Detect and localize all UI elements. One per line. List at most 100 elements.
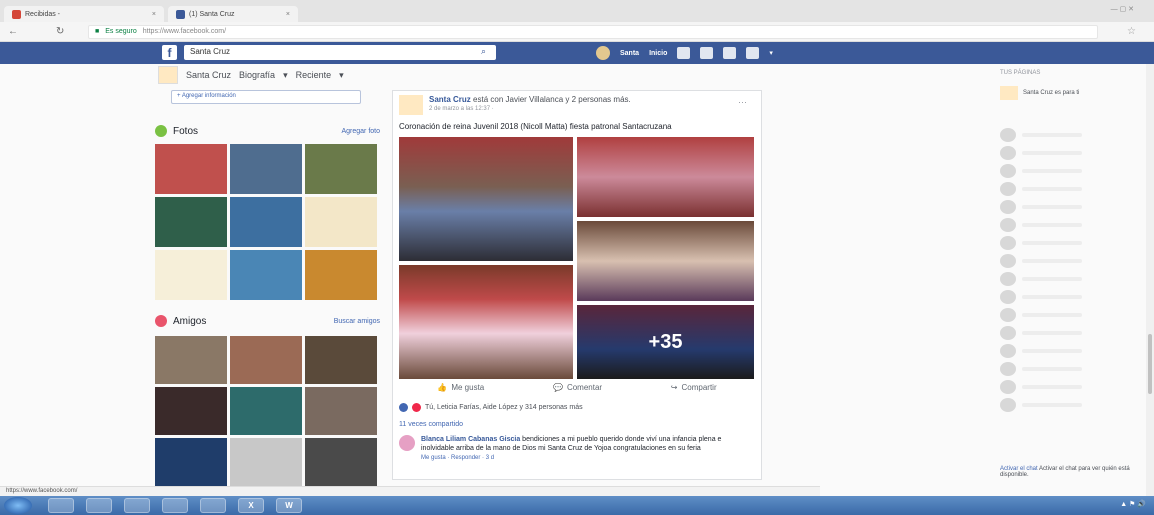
reactions-summary[interactable]: Tú, Leticia Farías, Aide López y 314 per…: [399, 403, 583, 412]
chat-contact[interactable]: [1000, 126, 1150, 144]
comment-author[interactable]: Blanca Liliam Cabanas Giscia: [421, 436, 520, 443]
commenter-avatar[interactable]: [399, 435, 415, 451]
bookmark-star-icon[interactable]: ☆: [1127, 26, 1136, 37]
friend-requests-icon[interactable]: [677, 47, 691, 59]
friend-tile[interactable]: [305, 336, 377, 384]
add-photo-link[interactable]: Agregar foto: [341, 128, 380, 135]
post-author[interactable]: Santa Cruz: [429, 95, 471, 104]
friends-title: Amigos: [173, 315, 207, 327]
notifications-icon[interactable]: [723, 47, 737, 59]
reload-icon[interactable]: ↻: [56, 26, 64, 37]
page-avatar[interactable]: [158, 66, 178, 84]
post-photo[interactable]: [577, 137, 754, 217]
taskbar-app[interactable]: [86, 498, 112, 513]
browser-tab-bar: Recibidas - × (1) Santa Cruz × — ▢ ✕: [0, 0, 1154, 22]
chat-contact[interactable]: [1000, 216, 1150, 234]
profile-link[interactable]: Santa: [620, 50, 639, 57]
url-field[interactable]: ■ Es seguro https://www.facebook.com/: [88, 25, 1098, 39]
post-photo[interactable]: [399, 137, 573, 261]
taskbar-app[interactable]: [48, 498, 74, 513]
your-page-item[interactable]: Santa Cruz es para ti: [1000, 86, 1150, 100]
post-photo[interactable]: [399, 265, 573, 379]
chat-contact[interactable]: [1000, 144, 1150, 162]
photo-thumbnail[interactable]: [155, 144, 227, 194]
chat-contact[interactable]: [1000, 342, 1150, 360]
start-button[interactable]: [4, 497, 32, 514]
chat-contact[interactable]: [1000, 198, 1150, 216]
back-arrow-icon[interactable]: ←: [8, 26, 18, 37]
search-input[interactable]: Santa Cruz ⌕: [184, 45, 496, 60]
chat-contact[interactable]: [1000, 162, 1150, 180]
post-photo[interactable]: [577, 221, 754, 301]
facebook-top-bar: f Santa Cruz ⌕ Santa Inicio ▾: [0, 42, 1154, 64]
shares-count[interactable]: 11 veces compartido: [399, 421, 463, 428]
taskbar-app[interactable]: X: [238, 498, 264, 513]
home-link[interactable]: Inicio: [649, 50, 667, 57]
nav-reciente[interactable]: Reciente: [296, 70, 332, 80]
avatar: [1000, 236, 1016, 250]
post-avatar[interactable]: [399, 95, 423, 115]
help-icon[interactable]: [746, 47, 760, 59]
friend-tile[interactable]: [230, 387, 302, 435]
photo-thumbnail[interactable]: [230, 250, 302, 300]
more-options-icon[interactable]: ···: [738, 97, 747, 107]
chevron-down-icon[interactable]: ▾: [283, 70, 288, 81]
friend-tile[interactable]: [155, 438, 227, 486]
chat-contact[interactable]: [1000, 270, 1150, 288]
photo-thumbnail[interactable]: [305, 250, 377, 300]
chat-contact[interactable]: [1000, 234, 1150, 252]
avatar: [1000, 128, 1016, 142]
comment-meta[interactable]: Me gusta · Responder · 3 d: [421, 455, 754, 461]
close-icon[interactable]: ×: [286, 11, 290, 18]
contact-name-placeholder: [1022, 277, 1082, 281]
post-photo-more[interactable]: +35: [577, 305, 754, 379]
find-friends-link[interactable]: Buscar amigos: [334, 318, 380, 325]
taskbar-app[interactable]: W: [276, 498, 302, 513]
close-icon[interactable]: ×: [152, 11, 156, 18]
avatar[interactable]: [596, 46, 610, 60]
page-name[interactable]: Santa Cruz: [186, 70, 231, 80]
contact-name-placeholder: [1022, 295, 1082, 299]
photo-thumbnail[interactable]: [230, 197, 302, 247]
friend-tile[interactable]: [155, 387, 227, 435]
friend-tile[interactable]: [155, 336, 227, 384]
chat-contact[interactable]: [1000, 396, 1150, 414]
system-tray[interactable]: ▲ ⚑ 🔊: [1120, 500, 1146, 508]
nav-biografia[interactable]: Biografía: [239, 70, 275, 80]
taskbar-app[interactable]: [124, 498, 150, 513]
facebook-logo[interactable]: f: [162, 45, 177, 60]
search-icon[interactable]: ⌕: [481, 46, 486, 57]
photo-thumbnail[interactable]: [305, 197, 377, 247]
scroll-thumb[interactable]: [1148, 334, 1152, 394]
window-controls[interactable]: — ▢ ✕: [1111, 5, 1134, 13]
chat-contact[interactable]: [1000, 378, 1150, 396]
chevron-down-icon[interactable]: ▾: [769, 49, 773, 57]
page-scrollbar[interactable]: [1146, 64, 1154, 496]
tab-facebook[interactable]: (1) Santa Cruz ×: [168, 6, 298, 22]
chat-contact[interactable]: [1000, 324, 1150, 342]
photo-thumbnail[interactable]: [155, 197, 227, 247]
friend-tile[interactable]: [230, 438, 302, 486]
chat-contact[interactable]: [1000, 360, 1150, 378]
photo-thumbnail[interactable]: [230, 144, 302, 194]
taskbar-app[interactable]: [200, 498, 226, 513]
chat-contact[interactable]: [1000, 252, 1150, 270]
share-button[interactable]: ↪ Compartir: [671, 383, 717, 392]
chat-contact[interactable]: [1000, 180, 1150, 198]
friend-tile[interactable]: [305, 387, 377, 435]
chevron-down-icon[interactable]: ▾: [339, 70, 344, 81]
contact-name-placeholder: [1022, 205, 1082, 209]
photo-thumbnail[interactable]: [305, 144, 377, 194]
comment-button[interactable]: 💬 Comentar: [553, 383, 602, 392]
post-time[interactable]: 2 de marzo a las 12:37 ·: [429, 106, 631, 112]
like-button[interactable]: 👍 Me gusta: [437, 383, 484, 392]
add-info-link[interactable]: + Agregar información: [171, 90, 361, 104]
messages-icon[interactable]: [700, 47, 714, 59]
friend-tile[interactable]: [230, 336, 302, 384]
tab-gmail[interactable]: Recibidas - ×: [4, 6, 164, 22]
chat-contact[interactable]: [1000, 288, 1150, 306]
chat-contact[interactable]: [1000, 306, 1150, 324]
friend-tile[interactable]: [305, 438, 377, 486]
taskbar-app[interactable]: [162, 498, 188, 513]
photo-thumbnail[interactable]: [155, 250, 227, 300]
